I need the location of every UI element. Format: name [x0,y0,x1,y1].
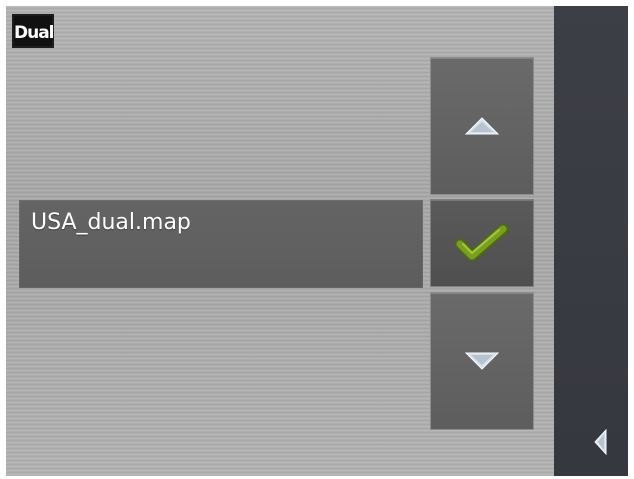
brand-logo: Dual [12,14,55,48]
triangle-up-icon [464,117,500,135]
back-button[interactable] [584,425,618,459]
checkmark-icon [455,224,508,261]
confirm-button[interactable] [430,199,534,287]
triangle-left-icon [594,428,607,456]
scroll-up-button[interactable] [430,57,534,195]
map-list-item-label: USA_dual.map [31,210,191,235]
scroll-down-button[interactable] [430,292,534,430]
screen: Dual USA_dual.map [6,6,628,476]
right-panel [554,6,628,476]
triangle-down-icon [464,352,500,370]
map-list-item[interactable]: USA_dual.map [19,200,423,288]
content-area: Dual USA_dual.map [6,6,554,476]
